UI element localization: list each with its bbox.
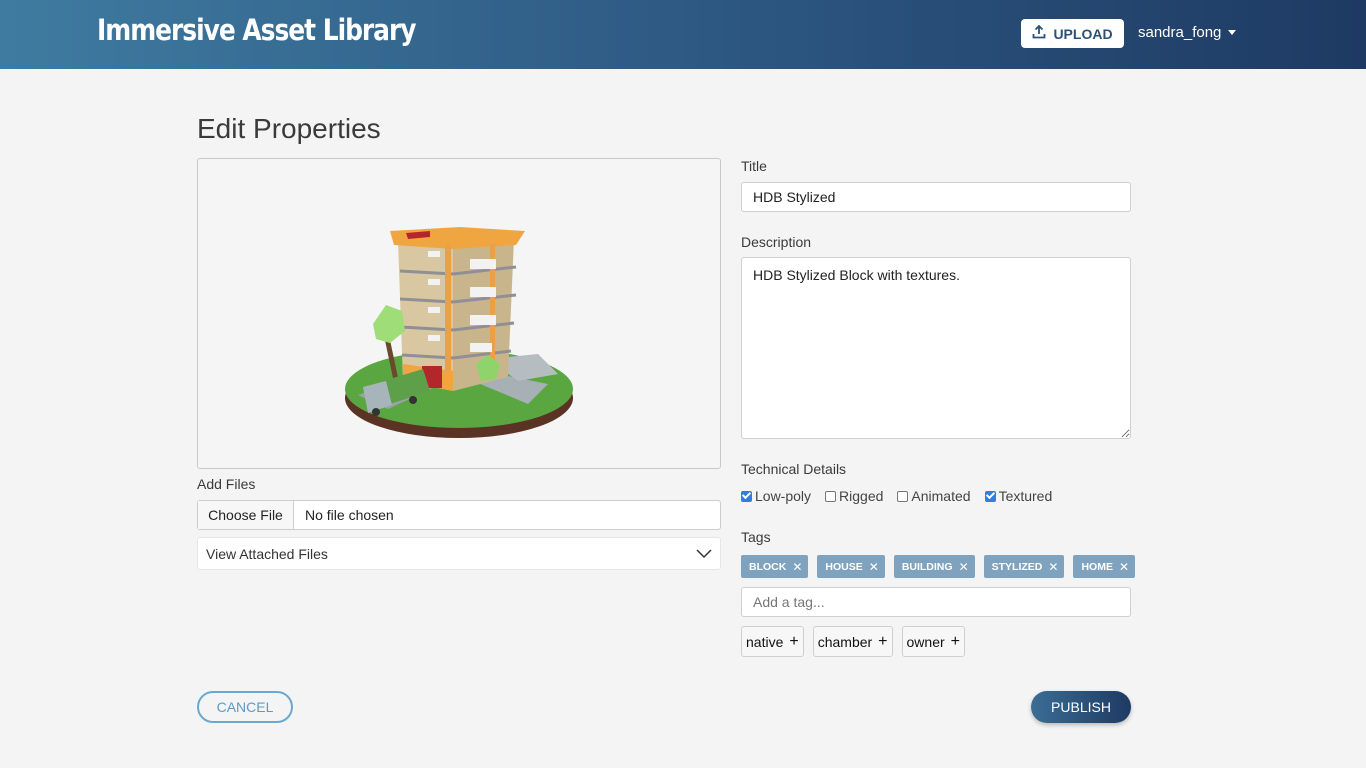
plus-icon: + [878,632,888,650]
checkbox-box[interactable] [741,490,752,502]
suggested-tag[interactable]: native + [741,626,804,657]
close-icon[interactable]: ✕ [1119,560,1129,574]
tag-text: BLOCK [749,560,787,573]
cancel-button[interactable]: CANCEL [197,691,293,723]
attached-files-label: View Attached Files [206,545,328,562]
user-menu[interactable]: sandra_fong [1138,24,1237,41]
tags-label: Tags [741,529,771,545]
plus-icon: + [789,632,799,650]
checkbox-box[interactable] [984,490,996,502]
checkbox-low-poly[interactable]: Low-poly [741,488,811,504]
building-model-image [345,227,573,438]
tag-list: BLOCK ✕ HOUSE ✕ BUILDING ✕ STYLIZED ✕ HOME ✕ [741,555,1136,578]
suggested-tag-text: chamber [817,633,873,650]
publish-button[interactable]: PUBLISH [1031,691,1131,723]
checkbox-box[interactable] [825,490,837,502]
tag-chip: BLOCK ✕ [741,555,809,578]
view-attached-files-toggle[interactable]: View Attached Files [197,537,721,570]
username: sandra_fong [1138,24,1222,41]
suggested-tag-text: owner [906,633,945,650]
tag-chip: HOUSE ✕ [817,555,885,578]
upload-label: UPLOAD [1053,25,1113,42]
checkbox-animated[interactable]: Animated [897,488,971,504]
technical-details-label: Technical Details [741,461,847,477]
tag-chip: BUILDING ✕ [893,555,975,578]
file-status: No file chosen [305,507,394,523]
description-label: Description [741,234,812,250]
technical-details-group: Low-poly Rigged Animated Textured [741,488,1052,504]
add-tag-input[interactable] [741,587,1131,617]
add-files-label: Add Files [197,476,256,492]
model-preview[interactable] [197,158,721,469]
close-icon[interactable]: ✕ [869,560,879,574]
suggested-tag[interactable]: chamber + [812,626,893,657]
checkbox-box[interactable] [897,490,909,502]
suggested-tag[interactable]: owner + [901,626,965,657]
chevron-down-icon [696,546,712,562]
checkbox-rigged[interactable]: Rigged [825,488,883,504]
close-icon[interactable]: ✕ [792,560,802,574]
file-input[interactable]: Choose File No file chosen [197,500,721,530]
upload-icon [1032,24,1046,42]
close-icon[interactable]: ✕ [1048,560,1058,574]
close-icon[interactable]: ✕ [959,560,969,574]
tag-text: HOUSE [825,560,863,573]
description-textarea[interactable]: HDB Stylized Block with textures. [741,257,1131,439]
tag-text: HOME [1081,560,1113,573]
checkbox-label: Rigged [839,488,884,504]
choose-file-button[interactable]: Choose File [198,501,294,529]
app-header: Immersive Asset Library UPLOAD sandra_fo… [0,0,1366,69]
chevron-down-icon [1228,30,1237,35]
checkbox-label: Textured [998,488,1053,504]
suggested-tag-text: native [746,633,784,650]
tag-suggestions: native + chamber + owner + [741,626,965,657]
brand-title[interactable]: Immersive Asset Library [97,13,417,47]
tag-chip: STYLIZED ✕ [983,555,1065,578]
checkbox-label: Animated [911,488,971,504]
checkbox-label: Low-poly [755,488,812,504]
tag-text: STYLIZED [991,560,1043,573]
tag-chip: HOME ✕ [1073,555,1136,578]
plus-icon: + [950,632,960,650]
upload-button[interactable]: UPLOAD [1021,19,1124,48]
checkbox-textured[interactable]: Textured [984,488,1053,504]
tag-text: BUILDING [901,560,953,573]
page-title: Edit Properties [197,113,381,144]
title-label: Title [741,158,767,174]
title-input[interactable] [741,182,1131,212]
